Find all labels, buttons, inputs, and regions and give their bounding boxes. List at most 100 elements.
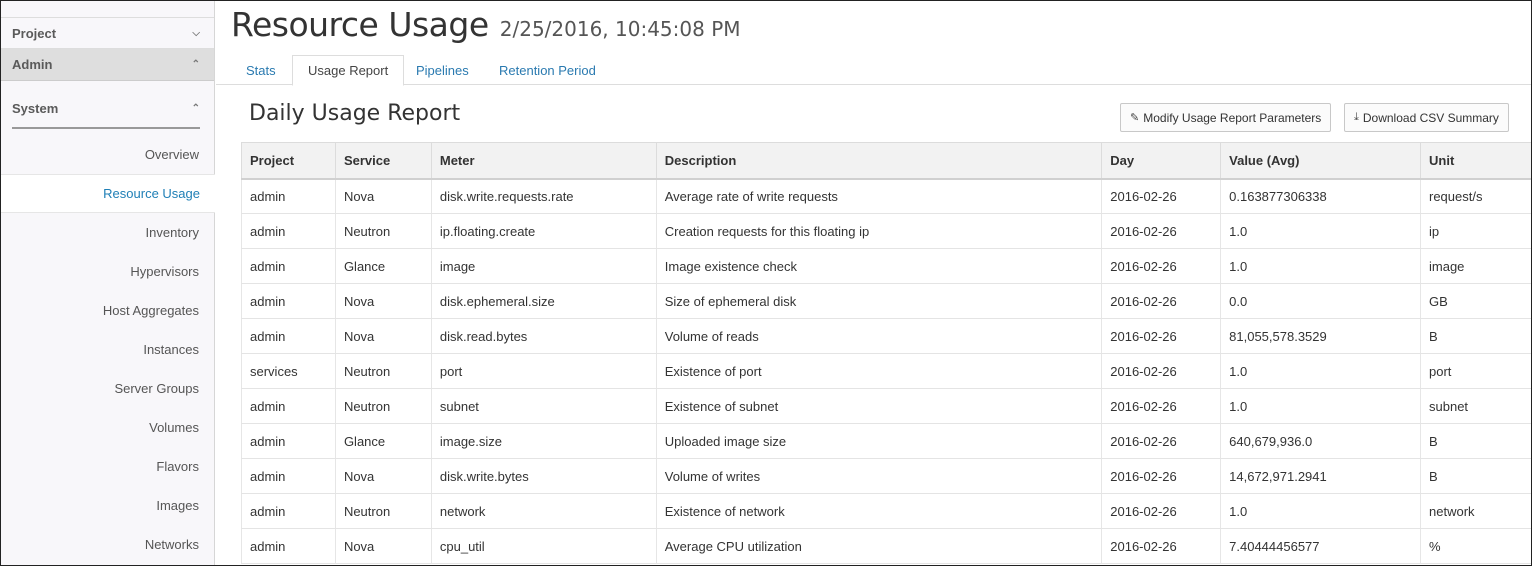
sidebar-item-resource-usage[interactable]: Resource Usage — [1, 174, 215, 213]
cell-unit: GB — [1420, 283, 1532, 319]
cell-value: 81,055,578.3529 — [1220, 318, 1421, 354]
cell-service: Nova — [334, 178, 432, 214]
cell-service: Neutron — [334, 388, 432, 424]
table-row: admin Nova disk.write.bytes Volume of write… — [241, 458, 1532, 494]
cell-meter: cpu_util — [430, 528, 657, 564]
panel-system[interactable]: System ⌃ — [1, 89, 214, 127]
sidebar-item-images[interactable]: Images — [1, 486, 214, 525]
cell-value: 1.0 — [1220, 388, 1421, 424]
cell-meter: subnet — [430, 388, 657, 424]
sidebar-item-server-groups[interactable]: Server Groups — [1, 369, 214, 408]
page-title: Resource Usage — [231, 5, 489, 44]
cell-unit: ip — [1420, 213, 1532, 249]
modify-parameters-label: Modify Usage Report Parameters — [1143, 110, 1322, 125]
cell-description: Average rate of write requests — [655, 178, 1102, 214]
cell-project: admin — [241, 318, 336, 354]
sidebar-item-instances[interactable]: Instances — [1, 330, 214, 369]
cell-unit: subnet — [1420, 388, 1532, 424]
cell-service: Neutron — [334, 353, 432, 389]
cell-value: 1.0 — [1220, 213, 1421, 249]
tab-pipelines[interactable]: Pipelines — [401, 55, 484, 86]
cell-description: Existence of subnet — [655, 388, 1102, 424]
cell-service: Neutron — [334, 493, 432, 529]
column-header-day[interactable]: Day — [1101, 142, 1222, 180]
edit-icon: ✎ — [1130, 112, 1140, 124]
cell-day: 2016-02-26 — [1101, 528, 1221, 564]
cell-value: 640,679,936.0 — [1220, 423, 1421, 459]
sidebar-item-hypervisors[interactable]: Hypervisors — [1, 252, 214, 291]
cell-unit: B — [1420, 423, 1532, 459]
cell-project: admin — [241, 178, 336, 214]
cell-description: Volume of writes — [655, 458, 1102, 494]
cell-project: admin — [241, 248, 336, 284]
cell-project: services — [241, 353, 336, 389]
cell-unit: B — [1420, 458, 1532, 494]
download-csv-button[interactable]: ⤓ Download CSV Summary — [1344, 103, 1509, 132]
usage-table: Project Service Meter Description Day Va… — [241, 142, 1532, 564]
cell-project: admin — [241, 528, 336, 564]
cell-description: Creation requests for this floating ip — [655, 213, 1102, 249]
column-header-unit[interactable]: Unit — [1420, 142, 1532, 180]
column-header-service[interactable]: Service — [334, 142, 432, 180]
sidebar-item-overview[interactable]: Overview — [1, 135, 214, 174]
cell-day: 2016-02-26 — [1101, 423, 1221, 459]
page-header: Resource Usage 2/25/2016, 10:45:08 PM — [231, 5, 741, 44]
panel-admin-label: Admin — [12, 57, 53, 72]
panel-system-label: System — [12, 100, 59, 116]
cell-project: admin — [241, 213, 336, 249]
table-header-row: Project Service Meter Description Day Va… — [241, 142, 1532, 180]
sidebar: Project ⌵ Admin ⌃ System ⌃ Overview Reso… — [1, 1, 215, 565]
modify-parameters-button[interactable]: ✎ Modify Usage Report Parameters — [1120, 103, 1332, 132]
panel-admin[interactable]: Admin ⌃ — [1, 49, 214, 81]
tab-stats[interactable]: Stats — [231, 55, 291, 86]
cell-value: 7.40444456577 — [1220, 528, 1421, 564]
cell-day: 2016-02-26 — [1101, 248, 1221, 284]
cell-project: admin — [241, 283, 336, 319]
cell-meter: disk.write.bytes — [430, 458, 657, 494]
column-header-description[interactable]: Description — [655, 142, 1103, 180]
cell-value: 1.0 — [1220, 353, 1421, 389]
tab-usage-report[interactable]: Usage Report — [292, 55, 405, 86]
cell-meter: image.size — [430, 423, 657, 459]
panel-project[interactable]: Project ⌵ — [1, 17, 214, 49]
cell-project: admin — [241, 493, 336, 529]
chevron-up-icon: ⌃ — [191, 59, 200, 70]
cell-service: Nova — [334, 528, 432, 564]
tab-bar: Stats Usage Report Pipelines Retention P… — [216, 55, 1531, 86]
cell-description: Average CPU utilization — [655, 528, 1102, 564]
cell-value: 0.0 — [1220, 283, 1421, 319]
sidebar-item-volumes[interactable]: Volumes — [1, 408, 214, 447]
cell-description: Existence of port — [655, 353, 1102, 389]
chevron-down-icon: ⌵ — [192, 27, 200, 39]
sidebar-item-host-aggregates[interactable]: Host Aggregates — [1, 291, 214, 330]
page-timestamp: 2/25/2016, 10:45:08 PM — [499, 17, 741, 41]
cell-meter: network — [430, 493, 657, 529]
cell-day: 2016-02-26 — [1101, 353, 1221, 389]
cell-service: Nova — [334, 283, 432, 319]
sidebar-item-networks[interactable]: Networks — [1, 525, 214, 564]
cell-day: 2016-02-26 — [1101, 283, 1221, 319]
panel-project-label: Project — [12, 25, 57, 41]
cell-day: 2016-02-26 — [1101, 318, 1221, 354]
cell-project: admin — [241, 423, 336, 459]
cell-unit: image — [1420, 248, 1532, 284]
cell-service: Glance — [334, 248, 432, 284]
tab-retention-period[interactable]: Retention Period — [484, 55, 611, 86]
cell-project: admin — [241, 458, 336, 494]
column-header-value[interactable]: Value (Avg) — [1220, 142, 1421, 180]
table-row: admin Nova cpu_util Average CPU utilization… — [241, 528, 1532, 564]
cell-project: admin — [241, 388, 336, 424]
sidebar-item-flavors[interactable]: Flavors — [1, 447, 214, 486]
cell-description: Uploaded image size — [655, 423, 1102, 459]
cell-unit: network — [1420, 493, 1532, 529]
column-header-project[interactable]: Project — [241, 142, 336, 180]
cell-unit: request/s — [1420, 178, 1532, 214]
cell-value: 1.0 — [1220, 248, 1421, 284]
table-row: services Neutron port Existence of port 2016… — [241, 353, 1532, 389]
column-header-meter[interactable]: Meter — [430, 142, 657, 180]
cell-day: 2016-02-26 — [1101, 493, 1221, 529]
table-row: admin Neutron ip.floating.create Creation r… — [241, 213, 1532, 249]
sidebar-item-inventory[interactable]: Inventory — [1, 213, 214, 252]
report-title: Daily Usage Report — [249, 101, 461, 126]
chevron-up-icon: ⌃ — [191, 102, 200, 114]
